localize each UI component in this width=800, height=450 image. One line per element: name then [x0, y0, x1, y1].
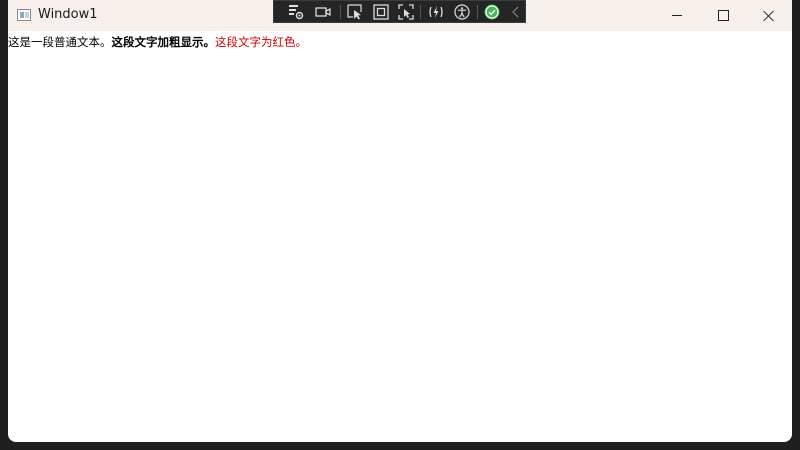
minimize-icon [672, 15, 682, 16]
window-content: 这是一段普通文本。这段文字加粗显示。这段文字为红色。 [8, 31, 792, 442]
status-button[interactable] [483, 3, 501, 21]
app-window: Window1 这是一段普通文本。这段文字加粗显示。这段文字为红色。 [8, 0, 792, 442]
maximize-icon [717, 10, 729, 21]
toolbar-separator [477, 5, 478, 19]
track-focus-button[interactable] [397, 3, 415, 21]
accessibility-button[interactable] [453, 3, 471, 21]
xaml-debug-toolbar [273, 0, 526, 23]
maximize-button[interactable] [700, 0, 746, 31]
text-line: 这是一段普通文本。这段文字加粗显示。这段文字为红色。 [8, 34, 307, 50]
track-focused-element-icon [398, 4, 414, 20]
select-element-button[interactable] [346, 3, 364, 21]
live-visual-tree-icon [289, 5, 304, 20]
video-camera-icon [315, 7, 331, 17]
toolbar-separator [420, 5, 421, 19]
red-text: 这段文字为红色。 [215, 35, 307, 49]
record-button[interactable] [314, 3, 332, 21]
toolbar-separator [340, 5, 341, 19]
hot-reload-button[interactable] [427, 3, 445, 21]
app-window-icon [17, 9, 31, 21]
window-title: Window1 [38, 7, 98, 22]
collapse-toolbar-button[interactable] [507, 3, 525, 21]
select-element-icon [347, 4, 362, 20]
live-visual-tree-button[interactable] [287, 3, 305, 21]
hot-reload-icon [429, 6, 443, 18]
minimize-button[interactable] [654, 0, 700, 31]
collapse-toolbar-icon [512, 6, 519, 18]
close-icon [763, 10, 775, 22]
normal-text: 这是一段普通文本。 [8, 35, 112, 49]
accessibility-icon [454, 4, 470, 20]
close-button[interactable] [746, 0, 792, 31]
layout-adorners-button[interactable] [372, 3, 390, 21]
check-status-icon [484, 4, 500, 20]
bold-text: 这段文字加粗显示。 [111, 35, 216, 49]
display-layout-adorners-icon [373, 4, 389, 20]
